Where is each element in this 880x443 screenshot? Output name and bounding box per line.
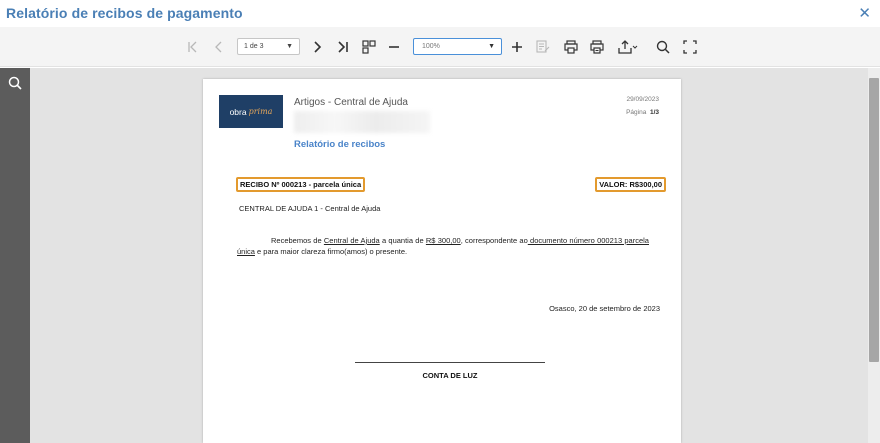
logo-text: obra [229, 106, 247, 117]
scrollbar-thumb[interactable] [869, 78, 879, 362]
zoom-select-value: 100% [422, 43, 440, 50]
report-viewer-window: Relatório de recibos de pagamento ✕ 1 de… [0, 0, 880, 443]
last-page-icon[interactable] [337, 37, 349, 57]
vertical-scrollbar[interactable] [868, 68, 880, 443]
para-part-1: Recebemos de [271, 236, 324, 245]
company-logo: obra prima [219, 95, 283, 128]
page-select-value: 1 de 3 [244, 43, 264, 50]
signature-name: CONTA DE LUZ [422, 371, 478, 380]
para-payer: Central de Ajuda [323, 236, 380, 245]
edit-document-icon[interactable] [536, 37, 550, 57]
zoom-out-icon[interactable] [388, 37, 400, 57]
fullscreen-icon[interactable] [683, 37, 697, 57]
para-part-3: , correspondente ao [460, 236, 528, 245]
report-title: Relatório de recibos [294, 139, 386, 150]
close-icon[interactable]: ✕ [858, 4, 871, 22]
previous-page-icon[interactable] [214, 37, 224, 57]
viewer-sidebar [0, 68, 30, 443]
page-number-value: 1/3 [649, 109, 659, 116]
viewer-toolbar: 1 de 3 ▼ 100% ▼ [0, 27, 880, 67]
export-icon[interactable] [618, 37, 638, 57]
report-date: 29/09/2023 [626, 96, 659, 103]
para-part-4: e para maior clareza firmo(amos) o prese… [254, 247, 408, 256]
page-select[interactable]: 1 de 3 ▼ [237, 38, 300, 55]
redacted-address [294, 111, 430, 133]
search-icon[interactable] [8, 76, 22, 95]
receipt-number-label: RECIBO Nº 000213 - parcela única [236, 177, 366, 192]
report-page: obra prima Artigos - Central de Ajuda 29… [203, 79, 681, 443]
zoom-in-icon[interactable] [511, 37, 523, 57]
page-number: Página 1/3 [626, 109, 659, 116]
window-header: Relatório de recibos de pagamento ✕ [0, 0, 880, 27]
place-date: Osasco, 20 de setembro de 2023 [549, 304, 660, 313]
chevron-down-icon: ▼ [488, 43, 495, 50]
para-amount: R$ 300,00 [425, 236, 461, 245]
logo-script: prima [248, 107, 273, 116]
receipt-value-label: VALOR: R$300,00 [595, 177, 666, 192]
search-icon[interactable] [656, 37, 670, 57]
para-part-2: a quantia de [379, 236, 426, 245]
print-icon[interactable] [564, 37, 578, 57]
first-page-icon[interactable] [187, 37, 199, 57]
next-page-icon[interactable] [312, 37, 322, 57]
payer-line: CENTRAL DE AJUDA 1 - Central de Ajuda [239, 204, 381, 213]
multipage-view-icon[interactable] [362, 37, 376, 57]
page-number-label: Página [626, 109, 647, 116]
print-preview-icon[interactable] [590, 37, 604, 57]
chevron-down-icon: ▼ [286, 43, 293, 50]
zoom-select[interactable]: 100% ▼ [413, 38, 502, 55]
document-title: Artigos - Central de Ajuda [294, 97, 408, 108]
window-title: Relatório de recibos de pagamento [6, 5, 243, 21]
receipt-paragraph: Recebemos de Central de Ajuda a quantia … [237, 235, 649, 257]
signature-line [355, 362, 545, 363]
